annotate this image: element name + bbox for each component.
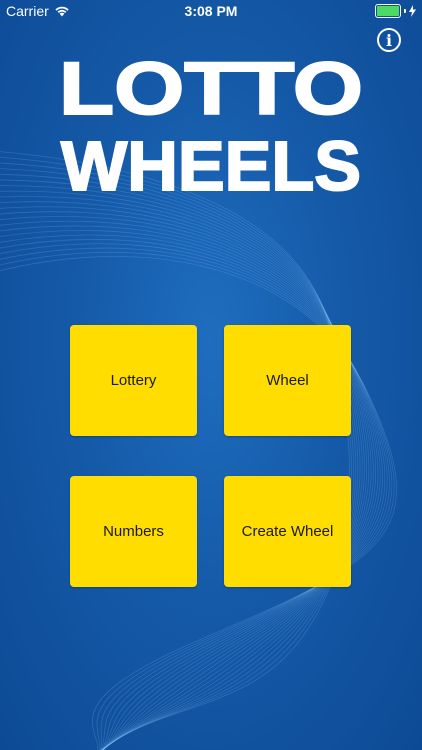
wave-line [0, 196, 368, 750]
status-time: 3:08 PM [184, 3, 238, 19]
wave-line [0, 168, 357, 750]
wave-line [0, 185, 363, 750]
wave-line [0, 179, 361, 750]
app-logo: LOTTO WHEELS [58, 48, 364, 198]
lottery-button[interactable]: Lottery [70, 325, 197, 436]
battery-group [375, 4, 416, 18]
status-bar: Carrier 3:08 PM [0, 0, 422, 22]
create-wheel-button[interactable]: Create Wheel [224, 476, 351, 587]
numbers-label: Numbers [103, 523, 164, 540]
logo-line-wheels: WHEELS [61, 127, 361, 198]
lottery-label: Lottery [110, 372, 157, 389]
battery-icon [375, 4, 401, 18]
logo-line-lotto: LOTTO [59, 48, 363, 130]
battery-fill [377, 6, 399, 16]
info-button[interactable]: i [377, 28, 401, 52]
wheel-label: Wheel [266, 372, 309, 389]
charging-bolt-icon [409, 5, 416, 17]
wave-line [0, 173, 359, 750]
wave-line [0, 190, 365, 750]
wheel-button[interactable]: Wheel [224, 325, 351, 436]
wave-line [0, 156, 352, 750]
numbers-button[interactable]: Numbers [70, 476, 197, 587]
battery-tip [404, 9, 406, 13]
info-icon: i [385, 30, 393, 50]
wave-line [0, 151, 351, 750]
wave-line [0, 162, 355, 750]
create-wheel-label: Create Wheel [241, 523, 334, 540]
